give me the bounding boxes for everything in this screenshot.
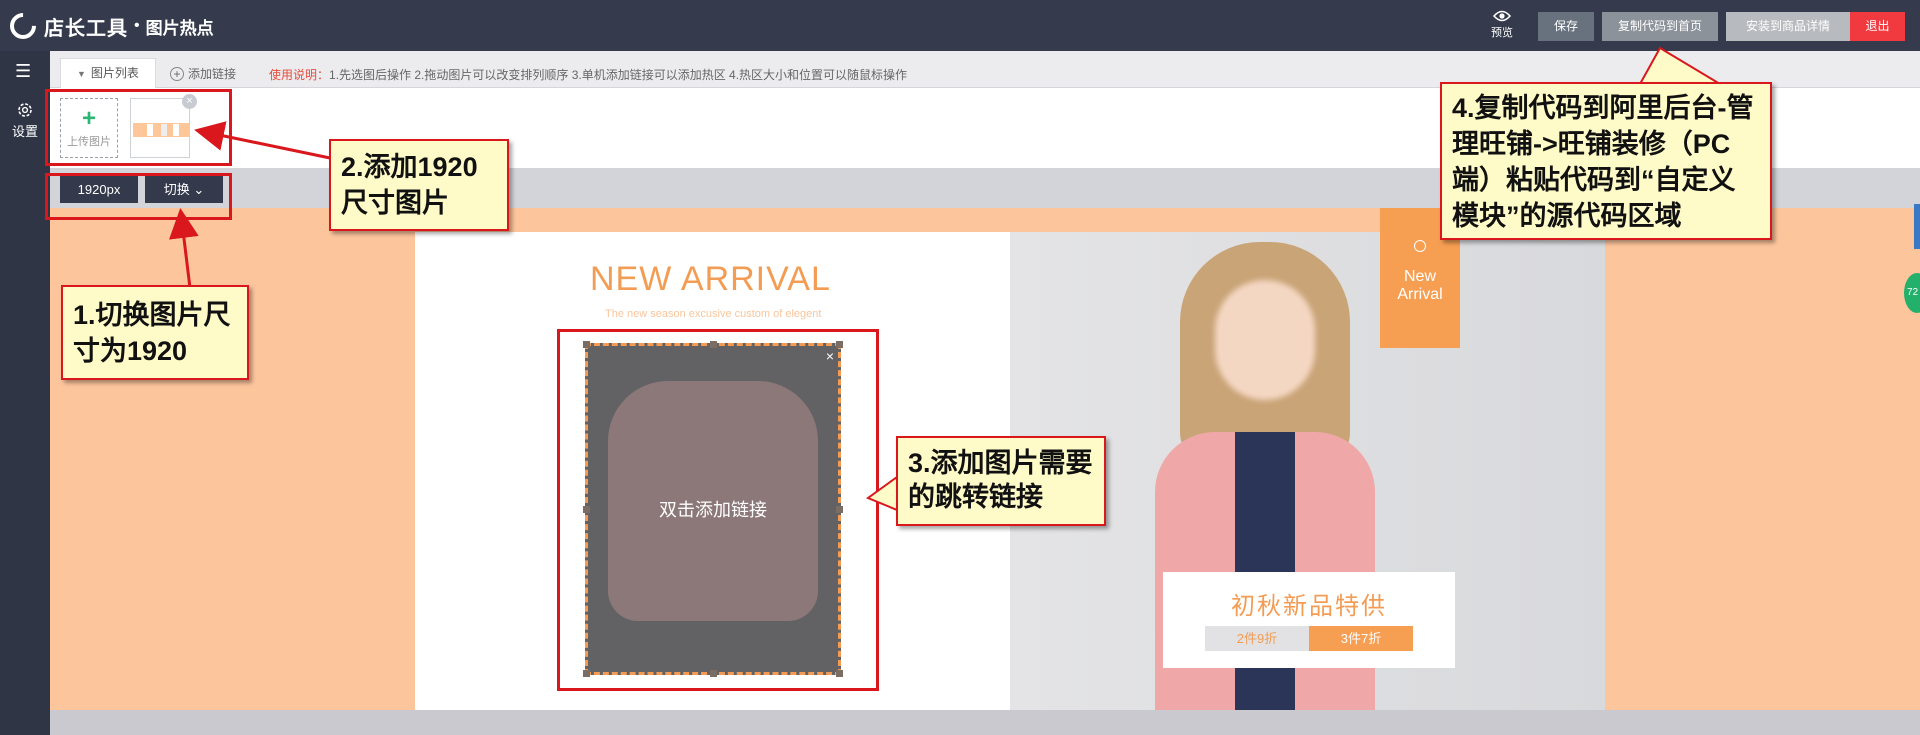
callout-step-4: 4.复制代码到阿里后台-管理旺铺->旺铺装修（PC端）粘贴代码到“自定义模块”的… [1440, 82, 1772, 240]
preview-button[interactable]: 预览 [1480, 10, 1524, 46]
usage-text: 1.先选图后操作 2.拖动图片可以改变排列顺序 3.单机添加链接可以添加热区 4… [329, 68, 908, 82]
plus-circle-icon: + [170, 66, 184, 81]
eye-icon [1493, 10, 1511, 22]
top-bar: 店长工具 • 图片热点 预览 保存 复制代码到首页 安装到商品详情 退出 [0, 0, 1920, 51]
tab-image-list[interactable]: ▼ 图片列表 [60, 58, 156, 88]
page-title: 图片热点 [145, 18, 214, 38]
promo-option-3pcs: 3件7折 [1309, 626, 1413, 651]
app-logo: 店长工具 • 图片热点 [4, 7, 214, 45]
callout-step-3: 3.添加图片需要的跳转链接 [896, 436, 1106, 526]
tab-image-list-label: 图片列表 [90, 66, 139, 80]
save-button[interactable]: 保存 [1538, 12, 1594, 41]
logo-icon [4, 7, 42, 45]
promo-box: 初秋新品特供 2件9折 3件7折 [1163, 572, 1455, 668]
left-sidebar: ☰ 设置 [0, 51, 50, 735]
vertical-scrollbar[interactable] [1914, 204, 1920, 249]
callout-step-2: 2.添加1920尺寸图片 [329, 139, 509, 231]
settings-label: 设置 [11, 124, 38, 139]
install-to-detail-button[interactable]: 安装到商品详情 [1726, 12, 1850, 41]
copy-code-to-home-button[interactable]: 复制代码到首页 [1602, 12, 1718, 41]
settings-button[interactable]: 设置 [8, 101, 42, 140]
title-separator: • [134, 17, 140, 34]
promo-title: 初秋新品特供 [1231, 593, 1387, 620]
new-arrival-title: NEW ARRIVAL [590, 260, 831, 298]
circle-icon [1414, 240, 1426, 252]
gear-icon [18, 103, 32, 117]
badge-line1: New [1403, 268, 1436, 285]
caret-down-icon: ▼ [77, 69, 86, 79]
usage-instructions: 使用说明：1.先选图后操作 2.拖动图片可以改变排列顺序 3.单机添加链接可以添… [269, 66, 907, 83]
logo-text: 店长工具 [44, 17, 128, 40]
new-arrival-subtitle: The new season excusive custom of elegen… [605, 308, 822, 320]
badge-line2: Arrival [1397, 286, 1443, 303]
exit-button[interactable]: 退出 [1850, 12, 1905, 41]
usage-label: 使用说明： [269, 68, 330, 82]
promo-option-2pcs: 2件9折 [1205, 626, 1309, 651]
preview-label: 预览 [1491, 27, 1513, 39]
highlight-size-switch [45, 173, 232, 220]
highlight-hotspot [557, 329, 879, 691]
bottom-scroll-area [50, 710, 1920, 735]
highlight-image-list [45, 89, 232, 166]
list-icon[interactable]: ☰ [15, 61, 31, 82]
callout-step-1: 1.切换图片尺寸为1920 [61, 285, 249, 380]
add-link-label: 添加链接 [188, 67, 237, 81]
add-link-button[interactable]: + 添加链接 [170, 65, 236, 82]
